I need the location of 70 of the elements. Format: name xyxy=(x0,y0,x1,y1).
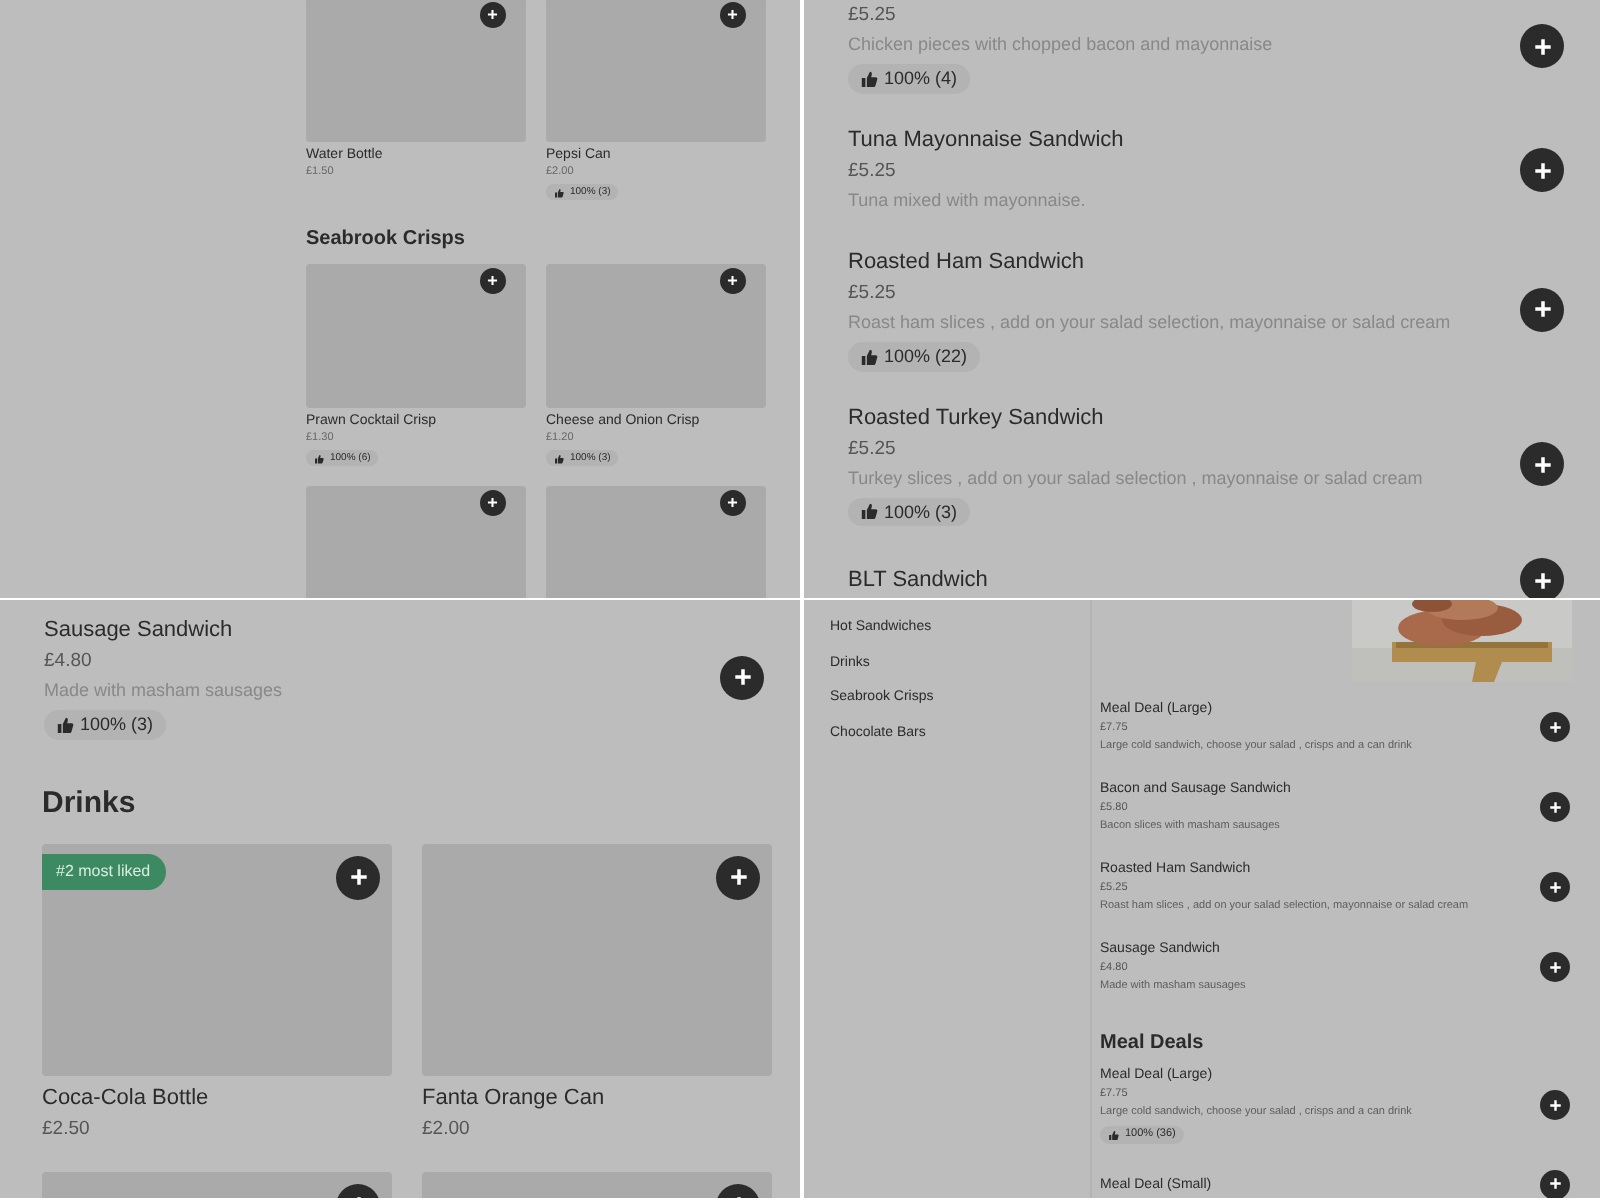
section-heading: Meal Deals xyxy=(1100,1032,1206,1056)
most-liked-badge: #2 most liked xyxy=(42,853,167,890)
plus-icon xyxy=(731,666,753,689)
item-price: £2.50 xyxy=(42,1115,92,1144)
item-name: Fanta Orange Can xyxy=(422,1083,607,1114)
plus-icon xyxy=(726,496,740,510)
item-name: Tuna Mayonnaise Sandwich xyxy=(848,125,1124,156)
add-button[interactable] xyxy=(720,655,764,700)
thumbs-up-icon xyxy=(860,347,878,366)
item-price: £5.25 xyxy=(848,2,898,30)
thumbs-up-icon xyxy=(860,502,878,521)
rating-text: 100% (3) xyxy=(80,714,154,736)
plus-icon xyxy=(1547,959,1563,975)
plus-icon xyxy=(486,274,500,288)
section-heading: Seabrook Crisps xyxy=(306,226,467,254)
thumbs-up-icon xyxy=(554,453,564,463)
plus-icon xyxy=(1531,298,1553,321)
item-name: Roasted Ham Sandwich xyxy=(848,247,1087,278)
plus-icon xyxy=(726,8,740,22)
thumbs-up-icon xyxy=(554,187,564,197)
add-button[interactable] xyxy=(720,2,746,28)
rating-text: 100% (4) xyxy=(884,68,958,90)
add-button[interactable] xyxy=(1520,148,1564,193)
plus-icon xyxy=(1547,879,1563,895)
rating-text: 100% (22) xyxy=(884,345,968,368)
plus-icon xyxy=(1547,1176,1563,1192)
add-button[interactable] xyxy=(716,855,760,900)
add-button[interactable] xyxy=(480,2,506,28)
add-button[interactable] xyxy=(1540,792,1570,822)
thumbs-up-icon xyxy=(314,453,324,463)
plus-icon xyxy=(486,496,500,510)
plus-icon xyxy=(726,274,740,288)
item-price: £5.25 xyxy=(848,279,898,308)
add-button[interactable] xyxy=(1540,872,1570,902)
item-name: Sausage Sandwich xyxy=(44,616,235,646)
plus-icon xyxy=(1531,35,1553,58)
plus-icon xyxy=(1531,453,1553,476)
section-heading: Drinks xyxy=(42,785,138,822)
add-button[interactable] xyxy=(480,490,506,516)
item-price: £5.25 xyxy=(848,157,898,186)
thumbs-up-icon xyxy=(56,715,74,734)
item-name: BLT Sandwich xyxy=(848,565,988,596)
plus-icon xyxy=(1547,1097,1563,1113)
plus-icon xyxy=(727,866,749,889)
add-button[interactable] xyxy=(1540,1169,1570,1198)
add-button[interactable] xyxy=(1520,558,1564,598)
item-name: Roasted Turkey Sandwich xyxy=(848,403,1106,434)
add-button[interactable] xyxy=(480,268,506,294)
add-button[interactable] xyxy=(1520,24,1564,69)
item-name: Coca-Cola Bottle xyxy=(42,1083,211,1114)
plus-icon xyxy=(1547,799,1563,815)
rating-text: 100% (3) xyxy=(884,501,958,523)
plus-icon xyxy=(1531,569,1553,592)
plus-icon xyxy=(1547,719,1563,735)
plus-icon xyxy=(1531,159,1553,182)
item-price: £2.00 xyxy=(422,1115,472,1144)
add-button[interactable] xyxy=(1540,952,1570,982)
add-button[interactable] xyxy=(720,490,746,516)
add-button[interactable] xyxy=(720,268,746,294)
thumbs-up-icon xyxy=(1108,1129,1119,1141)
thumbs-up-icon xyxy=(860,69,878,88)
plus-icon xyxy=(486,8,500,22)
plus-icon xyxy=(347,866,369,889)
item-price: £4.80 xyxy=(44,648,94,676)
item-price: £5.25 xyxy=(848,435,898,464)
add-button[interactable] xyxy=(336,855,380,900)
add-button[interactable] xyxy=(1540,712,1570,742)
add-button[interactable] xyxy=(1520,442,1564,487)
add-button[interactable] xyxy=(1520,287,1564,332)
add-button[interactable] xyxy=(1540,1089,1570,1120)
